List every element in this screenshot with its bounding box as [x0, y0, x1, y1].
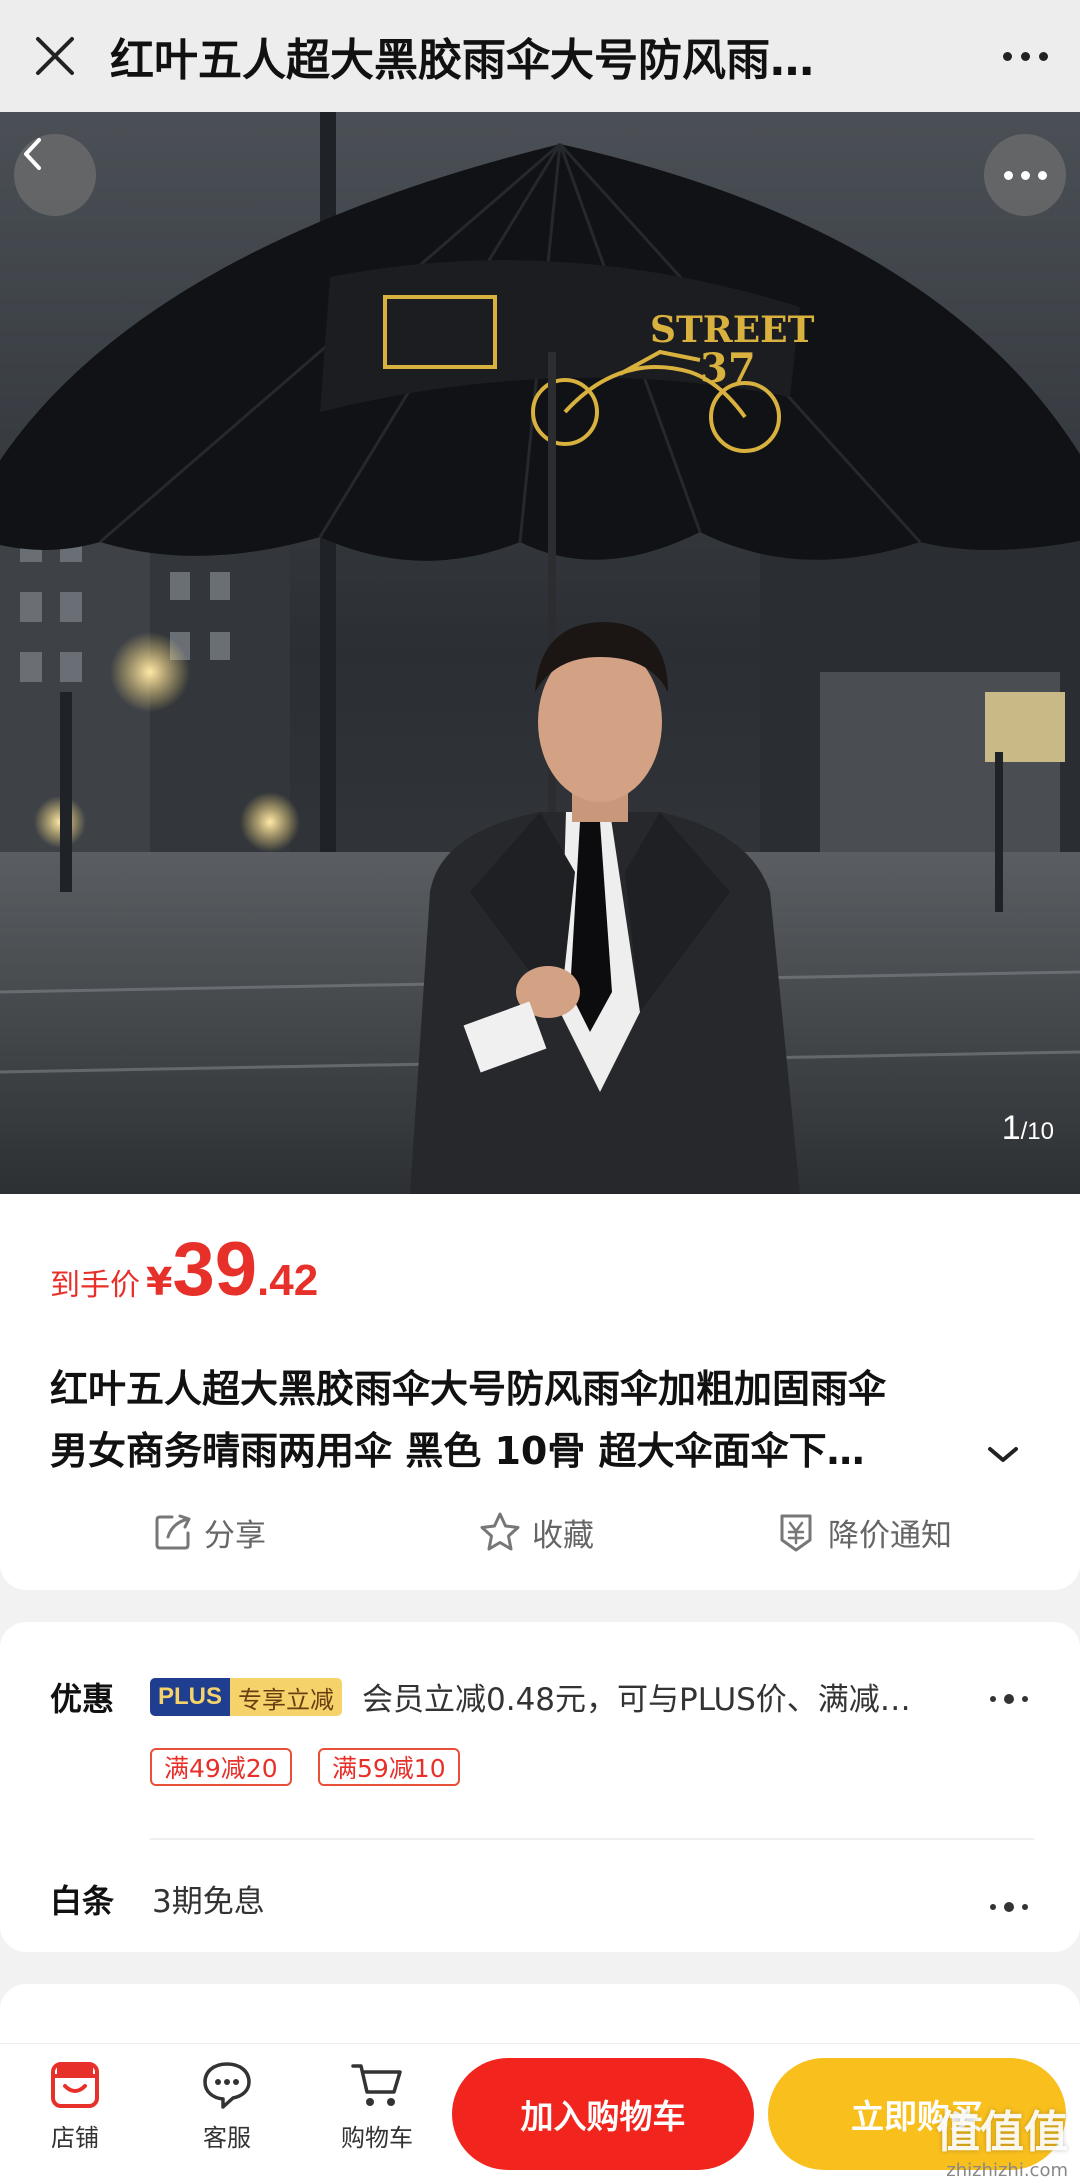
nav-cart[interactable]: 购物车 [322, 2060, 432, 2153]
more-dots-icon [1003, 170, 1013, 180]
close-icon [36, 37, 74, 75]
promotion-more-button[interactable] [990, 1694, 1028, 1704]
back-button[interactable] [14, 134, 96, 216]
watermark-logo: 值值值 [936, 2107, 1068, 2158]
plus-subtag: 专享立减 [230, 1678, 343, 1716]
product-image-gallery[interactable]: STREET 37 1/10 [0, 112, 1080, 1194]
svg-text:37: 37 [700, 345, 756, 392]
coupon-tag[interactable]: 满49减20 [150, 1748, 292, 1786]
product-title-line1: 红叶五人超大黑胶雨伞大号防风雨伞加粗加固雨伞 [50, 1367, 887, 1411]
price-tag-icon [780, 1514, 812, 1552]
nav-customer-service-label: 客服 [203, 2124, 251, 2152]
favorite-label: 收藏 [532, 1517, 594, 1554]
product-actions: 分享 收藏 降价通知 [0, 1496, 1080, 1568]
baitiao-label: 白条 [50, 1882, 115, 1920]
bottom-action-bar: 店铺 客服 购物车 加入购物车 立即购买 值值值 zhizhizhi.com [0, 2043, 1080, 2183]
product-photo: STREET 37 [0, 112, 1080, 1194]
share-button[interactable]: 分享 [152, 1496, 266, 1568]
nav-cart-label: 购物车 [341, 2124, 413, 2152]
more-menu-button[interactable] [970, 0, 1080, 112]
divider [150, 1838, 1034, 1840]
chevron-down-icon [988, 1447, 1018, 1462]
share-label: 分享 [204, 1517, 266, 1554]
price-currency: ¥ [146, 1260, 173, 1304]
plus-badge: PLUS 专享立减 [150, 1678, 343, 1716]
close-button[interactable] [0, 0, 110, 112]
cart-icon [351, 2064, 402, 2106]
more-dots-icon [1002, 51, 1012, 61]
nav-shop[interactable]: 店铺 [20, 2060, 130, 2153]
baitiao-description[interactable]: 3期免息 [152, 1876, 265, 1921]
image-counter-current: 1 [1001, 1109, 1021, 1147]
expand-title-button[interactable] [986, 1444, 1020, 1470]
favorite-button[interactable]: 收藏 [478, 1496, 594, 1568]
price-alert-label: 降价通知 [828, 1517, 952, 1554]
plus-tag: PLUS [150, 1678, 231, 1716]
nav-customer-service[interactable]: 客服 [172, 2060, 282, 2153]
price-decimal: .42 [257, 1256, 319, 1305]
product-page: 红叶五人超大黑胶雨伞大号防风雨… STREET 37 1/10 到手价 ¥ 39… [0, 0, 1080, 2183]
image-counter: 1/10 [1002, 1109, 1054, 1148]
watermark: 值值值 zhizhizhi.com [936, 2096, 1068, 2181]
promotion-description[interactable]: 会员立减0.48元，可与PLUS价、满减… [362, 1674, 972, 1719]
price-integer: 39 [172, 1227, 257, 1312]
promotion-label: 优惠 [50, 1680, 115, 1718]
product-title[interactable]: 红叶五人超大黑胶雨伞大号防风雨伞加粗加固雨伞 男女商务晴雨两用伞 黑色 10骨 … [50, 1358, 1010, 1482]
star-icon [480, 1512, 520, 1551]
product-info-card: 到手价 ¥ 39 .42 红叶五人超大黑胶雨伞大号防风雨伞加粗加固雨伞 男女商务… [0, 1194, 1080, 1590]
product-title-line2: 男女商务晴雨两用伞 黑色 10骨 超大伞面伞下… [50, 1429, 865, 1473]
coupon-tag[interactable]: 满59减10 [318, 1748, 460, 1786]
nav-shop-label: 店铺 [51, 2124, 99, 2152]
shop-icon [51, 2062, 99, 2108]
share-icon [155, 1514, 191, 1550]
add-to-cart-button[interactable]: 加入购物车 [452, 2058, 754, 2170]
image-counter-total: /10 [1020, 1118, 1054, 1145]
watermark-url: zhizhizhi.com [946, 2160, 1068, 2181]
more-dots-icon [990, 1904, 996, 1910]
price-label: 到手价 [50, 1268, 140, 1303]
price-display: 到手价 ¥ 39 .42 [50, 1232, 318, 1308]
page-title: 红叶五人超大黑胶雨伞大号防风雨… [110, 35, 814, 86]
top-bar: 红叶五人超大黑胶雨伞大号防风雨… [0, 0, 1080, 112]
price-alert-button[interactable]: 降价通知 [774, 1496, 952, 1568]
chevron-left-icon [24, 138, 41, 170]
image-options-button[interactable] [984, 134, 1066, 216]
chat-icon [203, 2062, 251, 2109]
promotion-card: 优惠 PLUS 专享立减 会员立减0.48元，可与PLUS价、满减… 满49减2… [0, 1622, 1080, 1952]
baitiao-more-button[interactable] [990, 1902, 1028, 1912]
more-dots-icon [990, 1696, 996, 1702]
